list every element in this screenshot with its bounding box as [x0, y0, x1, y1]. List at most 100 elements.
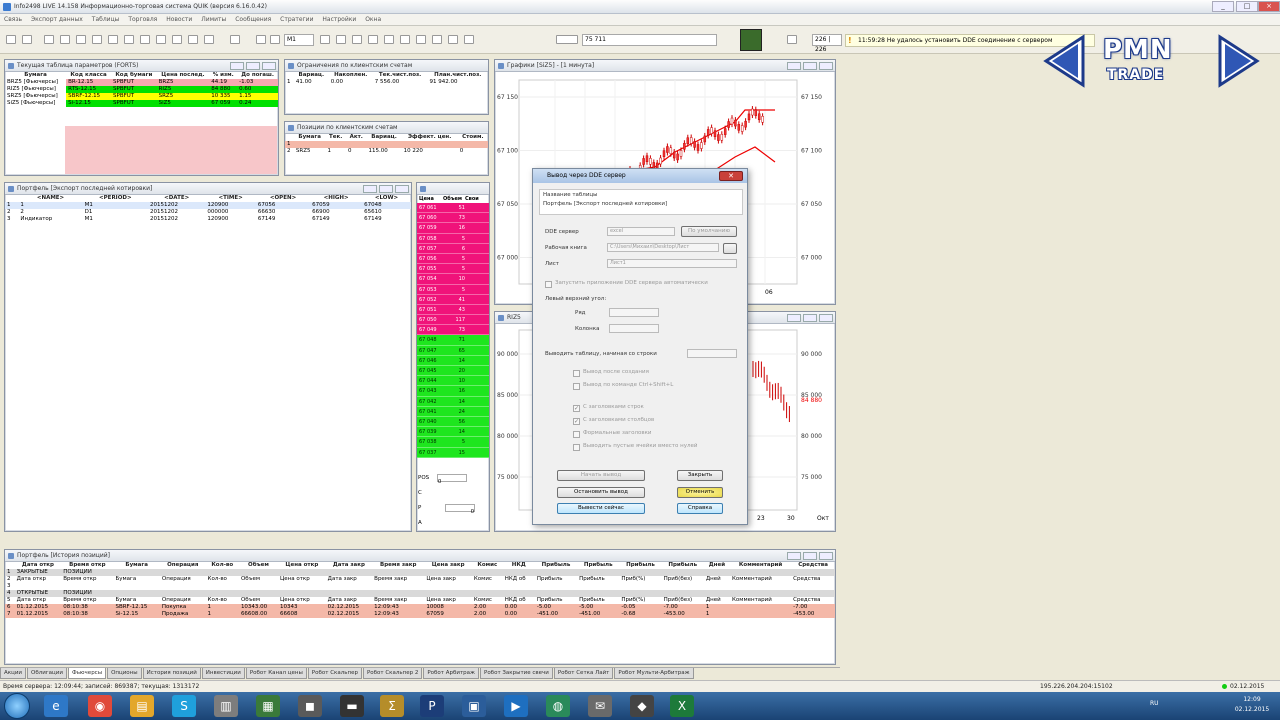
skype-icon[interactable]: S: [172, 695, 196, 717]
col-header[interactable]: Бумага: [113, 562, 159, 569]
col-header[interactable]: Накоплен.: [329, 72, 373, 79]
table-row[interactable]: 5 Дата откр Время откр Бумага Операция Кол-во…: [5, 597, 835, 604]
col-header[interactable]: Бумага: [5, 72, 66, 79]
table-row[interactable]: 2 2 D1 20151202 000000 66630 66900 65610: [5, 209, 411, 216]
col-header[interactable]: Прибыль: [662, 562, 704, 569]
app-icon-6[interactable]: ▦: [256, 695, 280, 717]
orderbook-row[interactable]: 67 045 20: [417, 366, 489, 377]
col-header[interactable]: <DATE>: [148, 195, 205, 202]
app-icon-14[interactable]: ✉: [588, 695, 612, 717]
menu-item-trading[interactable]: Торговля: [128, 16, 157, 23]
workspace-tab[interactable]: История позиций: [142, 668, 201, 679]
orderbook-row[interactable]: 67 044 10: [417, 376, 489, 387]
workspace-tab[interactable]: Робот Мульти-Арбитраж: [614, 668, 694, 679]
start-output-button[interactable]: Начать вывод: [557, 470, 645, 481]
table-row[interactable]: 1 41.00 0.00 7 556.00 91 942.00: [285, 79, 488, 86]
app-icon-13[interactable]: ◍: [546, 695, 570, 717]
maximize-button[interactable]: □: [1236, 1, 1258, 12]
col-header[interactable]: Цена послед.: [157, 72, 210, 79]
col-header[interactable]: Вариац.: [294, 72, 329, 79]
orderbook-row[interactable]: 67 049 73: [417, 325, 489, 336]
orderbook-row[interactable]: 67 056 5: [417, 253, 489, 265]
col-header[interactable]: Цена откр: [278, 562, 326, 569]
toolbar-button-14[interactable]: [230, 35, 240, 44]
table-row[interactable]: RIZ5 [Фьючерсы] RTS-12.15 SPBFUT RIZ5 84 880…: [5, 86, 278, 93]
quik-icon[interactable]: Σ: [380, 695, 404, 717]
language-indicator[interactable]: RU: [1150, 700, 1159, 707]
table-row[interactable]: 1: [285, 141, 488, 148]
toolbar-button-21[interactable]: [384, 35, 394, 44]
toolbar-button-2[interactable]: [22, 35, 32, 44]
col-header[interactable]: Прибыль: [619, 562, 661, 569]
col-header[interactable]: Прибыль: [577, 562, 619, 569]
workspace-tab[interactable]: Робот Скальпер 2: [362, 668, 423, 679]
col-header[interactable]: Стоим.: [458, 134, 488, 141]
table-row[interactable]: SRZ5 [Фьючерсы] SBRF-12.15 SPBFUT SRZ5 10 33…: [5, 93, 278, 100]
table-row[interactable]: 2 SRZ5 1 0 115.00 10 220 0: [285, 148, 488, 155]
toolbar-button-18[interactable]: [336, 35, 346, 44]
col-header[interactable]: Дней: [704, 562, 730, 569]
col-header[interactable]: Акт.: [346, 134, 367, 141]
workspace-tab[interactable]: Облигации: [26, 668, 67, 679]
orderbook-row[interactable]: 67 038 5: [417, 437, 489, 448]
photoshop-icon[interactable]: P: [420, 695, 444, 717]
col-header[interactable]: НКД: [503, 562, 535, 569]
toolbar-button-6[interactable]: [92, 35, 102, 44]
workspace-tab[interactable]: Инвестиции: [201, 668, 245, 679]
window-buttons[interactable]: [228, 62, 276, 70]
toolbar-button-15[interactable]: [256, 35, 266, 44]
app-icon-7[interactable]: ◼: [298, 695, 322, 717]
orderbook-row[interactable]: 67 046 14: [417, 355, 489, 366]
orderbook-row[interactable]: 67 055 5: [417, 264, 489, 275]
table-row[interactable]: BRZ5 [Фьючерсы] BR-12.15 SPBFUT BRZ5 44.19 -1…: [5, 79, 278, 86]
workspace-tab[interactable]: Акции: [0, 668, 26, 679]
col-header[interactable]: <TIME>: [205, 195, 256, 202]
check-col-headers[interactable]: ✓: [573, 418, 580, 425]
toolbar-button-12[interactable]: [188, 35, 198, 44]
menu-item-settings[interactable]: Настройки: [322, 16, 356, 23]
table-row[interactable]: 7 01.12.2015 08:10:38 Si-12.15 Продажа 1 66608…: [5, 611, 835, 618]
app-icon-8[interactable]: ▬: [340, 695, 364, 717]
filter-icon[interactable]: [172, 35, 182, 44]
toolbar-button-5[interactable]: [76, 35, 86, 44]
workspace-tab[interactable]: Робот Сетка Лайт: [553, 668, 614, 679]
orderbook-row[interactable]: 67 040 56: [417, 416, 489, 428]
auto-start-checkbox[interactable]: [545, 281, 552, 288]
col-header[interactable]: Кол-во: [206, 562, 239, 569]
toolbar-button-4[interactable]: [60, 35, 70, 44]
price-field[interactable]: 75 711: [582, 34, 717, 46]
toolbar-button-23[interactable]: [416, 35, 426, 44]
check-output-after-create[interactable]: [573, 370, 580, 377]
workspace-tab[interactable]: Робот Арбитраж: [423, 668, 479, 679]
col-header[interactable]: Вариац.: [366, 134, 401, 141]
orderbook-row[interactable]: 67 051 43: [417, 304, 489, 316]
close-app-button[interactable]: ×: [1258, 1, 1280, 12]
col-header[interactable]: Прибыль: [535, 562, 577, 569]
col-header[interactable]: <HIGH>: [310, 195, 362, 202]
table-row[interactable]: 2 Дата откр Время откр Бумага Операция Кол-во…: [5, 576, 835, 583]
col-header[interactable]: <NAME>: [18, 195, 82, 202]
hand-icon[interactable]: [368, 35, 378, 44]
orderbook-row[interactable]: 67 039 14: [417, 427, 489, 438]
toolbar-button-1[interactable]: [6, 35, 16, 44]
dialog-close-button[interactable]: ✕: [719, 171, 743, 181]
col-header[interactable]: <OPEN>: [256, 195, 310, 202]
browse-button[interactable]: [723, 243, 737, 254]
output-now-button[interactable]: Вывести сейчас: [557, 503, 645, 514]
workspace-tab[interactable]: Фьючерсы: [67, 668, 107, 679]
orderbook-row[interactable]: 67 043 16: [417, 386, 489, 397]
check-formal-headers[interactable]: [573, 431, 580, 438]
row-input[interactable]: [609, 308, 659, 317]
interval-select[interactable]: M1: [284, 34, 314, 46]
col-header[interactable]: % изм.: [209, 72, 237, 79]
col-header[interactable]: Комментарий: [730, 562, 791, 569]
menu-item-news[interactable]: Новости: [166, 16, 192, 23]
col-header[interactable]: Код класса: [66, 72, 111, 79]
toolbar-button-16[interactable]: [270, 35, 280, 44]
col-header[interactable]: Бумага: [294, 134, 326, 141]
minimize-button[interactable]: _: [1212, 1, 1234, 12]
toolbar-button-10[interactable]: [156, 35, 166, 44]
orderbook-row[interactable]: 67 047 65: [417, 345, 489, 356]
orderbook-row[interactable]: 67 058 5: [417, 233, 489, 244]
orderbook-row[interactable]: 67 060 73: [417, 213, 489, 224]
